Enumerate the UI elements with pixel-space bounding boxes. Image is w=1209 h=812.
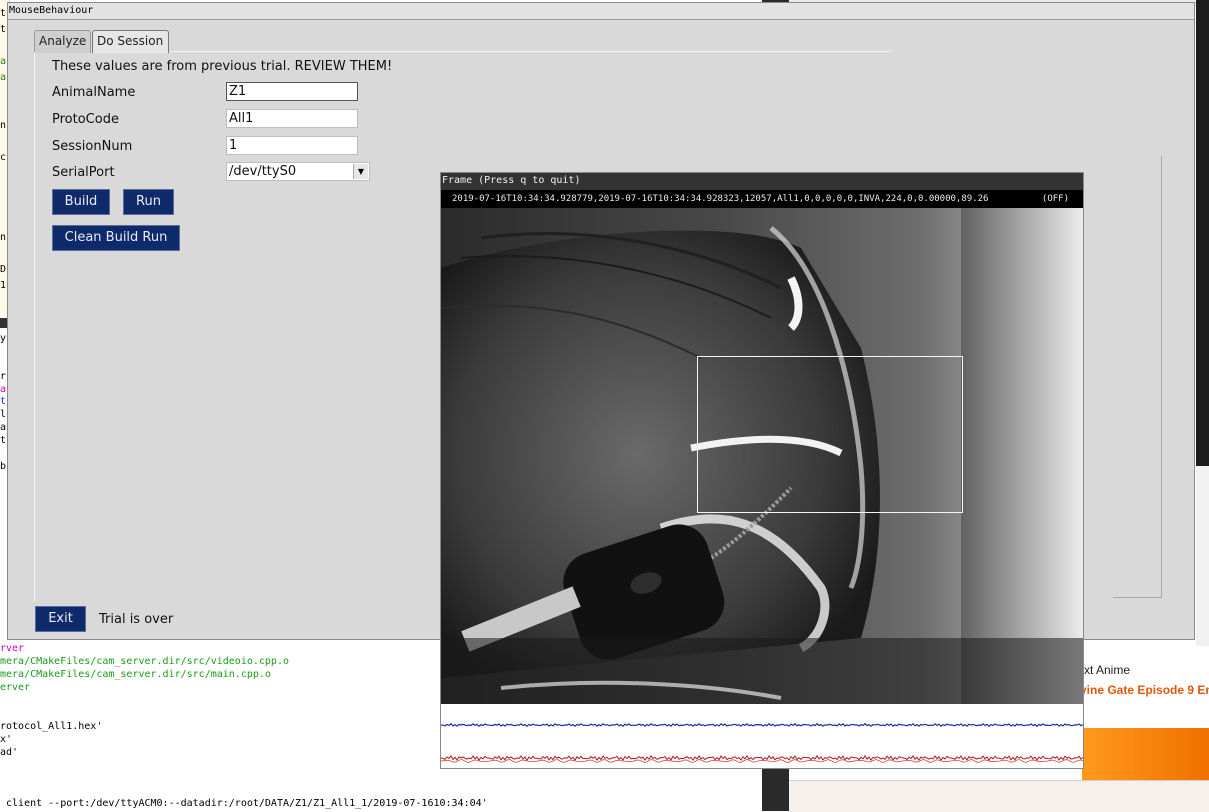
- terminal-line: ad': [0, 747, 19, 758]
- browser-light-panel: [1196, 466, 1209, 646]
- camera-bright-edge: [961, 208, 1083, 704]
- terminal-line: x': [0, 734, 13, 745]
- frame-title: Frame (Press q to quit): [442, 175, 581, 186]
- panel-inner-frame: [1161, 156, 1162, 598]
- anime-episode-link[interactable]: vine Gate Episode 9 En: [1080, 683, 1209, 697]
- animal-name-field[interactable]: Z1: [226, 82, 358, 101]
- build-button[interactable]: Build: [52, 189, 110, 215]
- proto-code-field[interactable]: All1: [226, 109, 358, 128]
- session-num-label: SessionNum: [52, 139, 133, 154]
- run-button[interactable]: Run: [123, 189, 174, 215]
- browser-dark-panel: [1196, 0, 1209, 466]
- review-notice: These values are from previous trial. RE…: [52, 59, 393, 74]
- terminal-line: mera/CMakeFiles/cam_server.dir/src/video…: [0, 656, 289, 667]
- roi-box[interactable]: [697, 356, 963, 513]
- terminal-line: mera/CMakeFiles/cam_server.dir/src/main.…: [0, 669, 271, 680]
- frame-window: Frame (Press q to quit) 2019-07-16T10:34…: [440, 172, 1084, 769]
- panel-edge: [34, 52, 35, 602]
- browser-bottom-bar: [789, 780, 1209, 812]
- anime-section-title: xt Anime: [1084, 663, 1131, 677]
- serial-port-label: SerialPort: [52, 165, 115, 180]
- terminal-line: client --port:/dev/ttyACM0:--datadir:/ro…: [0, 798, 488, 809]
- orange-banner[interactable]: [1082, 728, 1209, 780]
- proto-code-label: ProtoCode: [52, 112, 119, 127]
- clean-build-run-button[interactable]: Clean Build Run: [52, 225, 180, 251]
- animal-name-label: AnimalName: [52, 85, 136, 100]
- session-num-field[interactable]: 1: [226, 136, 358, 155]
- frame-overlay-text: 2019-07-16T10:34:34.928779,2019-07-16T10…: [452, 194, 989, 204]
- chevron-down-icon[interactable]: ▼: [353, 164, 368, 179]
- frame-overlay-bar: 2019-07-16T10:34:34.928779,2019-07-16T10…: [441, 190, 1083, 208]
- exit-button[interactable]: Exit: [35, 606, 86, 632]
- tab-do-session[interactable]: Do Session: [92, 30, 169, 53]
- signal-traces: [441, 704, 1083, 768]
- trial-status: Trial is over: [99, 612, 174, 627]
- window-title: MouseBehaviour: [9, 5, 94, 16]
- serial-port-select[interactable]: /dev/ttyS0 ▼: [226, 162, 370, 181]
- terminal-line: rotocol_All1.hex': [0, 721, 103, 732]
- panel-inner-frame-bottom: [1113, 597, 1162, 598]
- serial-port-value: /dev/ttyS0: [229, 164, 297, 179]
- terminal-line: rver: [0, 643, 25, 654]
- window-titlebar[interactable]: MouseBehaviour: [8, 3, 1194, 20]
- terminal-line: erver: [0, 682, 31, 693]
- frame-overlay-status: (OFF): [1041, 194, 1069, 204]
- frame-titlebar[interactable]: Frame (Press q to quit): [441, 173, 1083, 190]
- tab-analyze[interactable]: Analyze: [34, 30, 91, 53]
